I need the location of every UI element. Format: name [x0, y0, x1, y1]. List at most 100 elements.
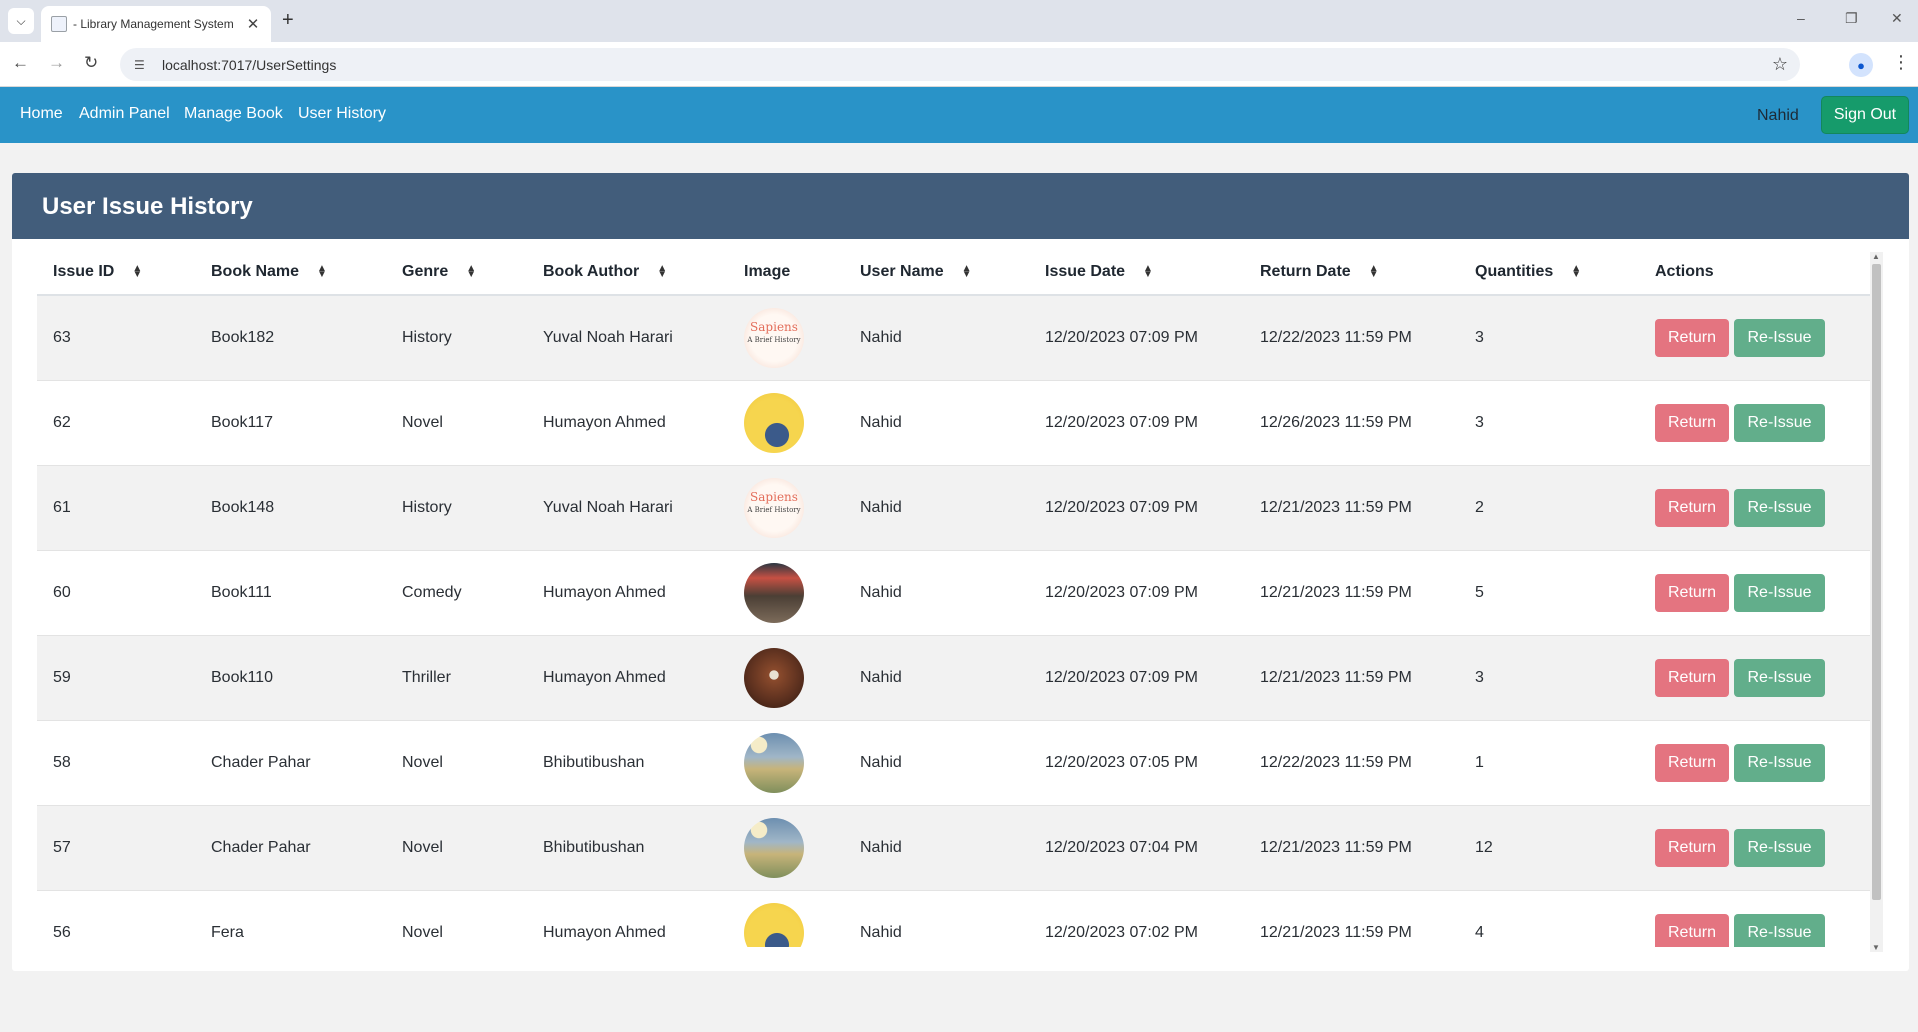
back-icon[interactable]: ← — [12, 53, 29, 73]
column-header-genre[interactable]: Genre ▲ ▼ — [386, 250, 527, 296]
reissue-button[interactable]: Re-Issue — [1734, 743, 1825, 782]
sort-icon[interactable]: ▲ ▼ — [962, 263, 972, 279]
sort-icon[interactable]: ▲ ▼ — [466, 263, 476, 279]
sort-icon[interactable]: ▲ ▼ — [132, 263, 142, 279]
header-label: Issue ID — [53, 263, 115, 280]
image-cell — [728, 890, 844, 947]
scrollbar-thumb[interactable] — [1872, 264, 1881, 900]
app-navbar: Home Admin Panel Manage Book User Histor… — [0, 87, 1918, 143]
address-bar[interactable]: ☰ localhost:7017/UserSettings ☆ — [120, 48, 1800, 81]
column-header-quantities[interactable]: Quantities ▲ ▼ — [1459, 250, 1639, 296]
nav-user-history[interactable]: User History — [298, 105, 386, 123]
scroll-down-icon[interactable]: ▼ — [1872, 943, 1880, 952]
column-header-issue-id[interactable]: Issue ID ▲ ▼ — [37, 250, 195, 296]
header-label: Genre — [402, 263, 449, 280]
book-name-cell: Book117 — [195, 380, 386, 466]
reissue-button[interactable]: Re-Issue — [1734, 403, 1825, 442]
book-name-cell: Chader Pahar — [195, 805, 386, 891]
return-button[interactable]: Return — [1655, 573, 1730, 612]
column-header-actions: Actions — [1639, 250, 1880, 296]
column-header-user-name[interactable]: User Name ▲ ▼ — [844, 250, 1029, 296]
reissue-button[interactable]: Re-Issue — [1734, 828, 1825, 867]
fera-cover-image — [744, 902, 804, 947]
quantities-cell: 12 — [1459, 805, 1639, 891]
table-scrollbar[interactable]: ▲ ▼ — [1870, 252, 1883, 952]
bookmark-star-icon[interactable]: ☆ — [1772, 54, 1788, 75]
user-name-cell: Nahid — [844, 720, 1029, 806]
table-scroll-area[interactable]: Issue ID ▲ ▼ Book Name ▲ ▼ Genre ▲ ▼ Book Auth… — [37, 250, 1893, 947]
reissue-button[interactable]: Re-Issue — [1734, 488, 1825, 527]
new-tab-icon[interactable]: + — [282, 9, 294, 32]
issue-id-cell: 60 — [37, 550, 195, 636]
table-row: 59 Book110 Thriller Humayon Ahmed Nahid 12/20… — [37, 635, 1880, 721]
column-header-book-author[interactable]: Book Author ▲ ▼ — [527, 250, 728, 296]
return-button[interactable]: Return — [1655, 658, 1730, 697]
return-button[interactable]: Return — [1655, 488, 1730, 527]
reissue-button[interactable]: Re-Issue — [1734, 658, 1825, 697]
return-button[interactable]: Return — [1655, 403, 1730, 442]
sort-icon[interactable]: ▲ ▼ — [1143, 263, 1153, 279]
nav-admin-panel[interactable]: Admin Panel — [79, 105, 170, 123]
image-cell — [728, 720, 844, 806]
browser-tab[interactable]: - Library Management System ✕ — [41, 6, 271, 42]
image-cell — [728, 550, 844, 636]
site-info-icon[interactable]: ☰ — [134, 58, 150, 72]
card-header: User Issue History — [12, 173, 1909, 239]
reissue-button[interactable]: Re-Issue — [1734, 318, 1825, 357]
genre-cell: Comedy — [386, 550, 527, 636]
issue-id-cell: 59 — [37, 635, 195, 721]
scroll-up-icon[interactable]: ▲ — [1872, 252, 1880, 261]
genre-cell: Novel — [386, 805, 527, 891]
return-date-cell: 12/22/2023 11:59 PM — [1244, 295, 1459, 381]
nav-manage-book[interactable]: Manage Book — [184, 105, 283, 123]
issue-date-cell: 12/20/2023 07:09 PM — [1029, 465, 1244, 551]
table-header-row: Issue ID ▲ ▼ Book Name ▲ ▼ Genre ▲ ▼ Book Auth… — [37, 250, 1880, 296]
book-name-cell: Book182 — [195, 295, 386, 381]
genre-cell: Novel — [386, 380, 527, 466]
browser-menu-icon[interactable]: ⋮ — [1892, 52, 1910, 73]
actions-cell: Return Re-Issue — [1639, 720, 1880, 806]
image-cell: Sapiens A Brief History — [728, 465, 844, 551]
sort-icon[interactable]: ▲ ▼ — [1369, 263, 1379, 279]
issue-id-cell: 56 — [37, 890, 195, 947]
return-button[interactable]: Return — [1655, 913, 1730, 947]
book-name-cell: Chader Pahar — [195, 720, 386, 806]
column-header-issue-date[interactable]: Issue Date ▲ ▼ — [1029, 250, 1244, 296]
book-author-cell: Humayon Ahmed — [527, 635, 728, 721]
column-header-book-name[interactable]: Book Name ▲ ▼ — [195, 250, 386, 296]
close-tab-icon[interactable]: ✕ — [243, 15, 263, 33]
return-button[interactable]: Return — [1655, 743, 1730, 782]
sort-icon[interactable]: ▲ ▼ — [317, 263, 327, 279]
column-header-return-date[interactable]: Return Date ▲ ▼ — [1244, 250, 1459, 296]
reissue-button[interactable]: Re-Issue — [1734, 913, 1825, 947]
minimize-icon[interactable]: – — [1797, 10, 1805, 26]
cover-lettering: Sapiens — [750, 489, 798, 504]
current-user-name: Nahid — [1757, 107, 1799, 124]
user-name-cell: Nahid — [844, 465, 1029, 551]
issue-history-table: Issue ID ▲ ▼ Book Name ▲ ▼ Genre ▲ ▼ Book Auth… — [37, 250, 1880, 947]
return-button[interactable]: Return — [1655, 828, 1730, 867]
page-title: User Issue History — [42, 193, 253, 220]
reissue-button[interactable]: Re-Issue — [1734, 573, 1825, 612]
url-text[interactable]: localhost:7017/UserSettings — [162, 57, 336, 73]
close-window-icon[interactable]: ✕ — [1891, 10, 1903, 27]
profile-avatar-icon[interactable]: ● — [1849, 53, 1873, 77]
nav-home[interactable]: Home — [20, 105, 63, 123]
sort-icon[interactable]: ▲ ▼ — [1571, 263, 1581, 279]
cover-lettering: A Brief History — [747, 505, 801, 514]
actions-cell: Return Re-Issue — [1639, 295, 1880, 381]
cover-lettering: A Brief History — [747, 335, 801, 344]
page-favicon-icon — [51, 16, 67, 32]
reload-icon[interactable]: ↻ — [84, 53, 98, 73]
return-button[interactable]: Return — [1655, 318, 1730, 357]
table-row: 60 Book111 Comedy Humayon Ahmed Nahid 12/20/2… — [37, 550, 1880, 636]
restore-icon[interactable]: ❐ — [1845, 10, 1858, 27]
issue-id-cell: 58 — [37, 720, 195, 806]
tab-search-dropdown-icon[interactable]: ⌵ — [8, 8, 34, 34]
sort-icon[interactable]: ▲ ▼ — [657, 263, 667, 279]
book-name-cell: Fera — [195, 890, 386, 947]
image-cell: Sapiens A Brief History — [728, 295, 844, 381]
table-row: 62 Book117 Novel Humayon Ahmed Nahid 12/20/20… — [37, 380, 1880, 466]
forward-icon[interactable]: → — [48, 53, 65, 73]
sign-out-button[interactable]: Sign Out — [1821, 96, 1909, 134]
